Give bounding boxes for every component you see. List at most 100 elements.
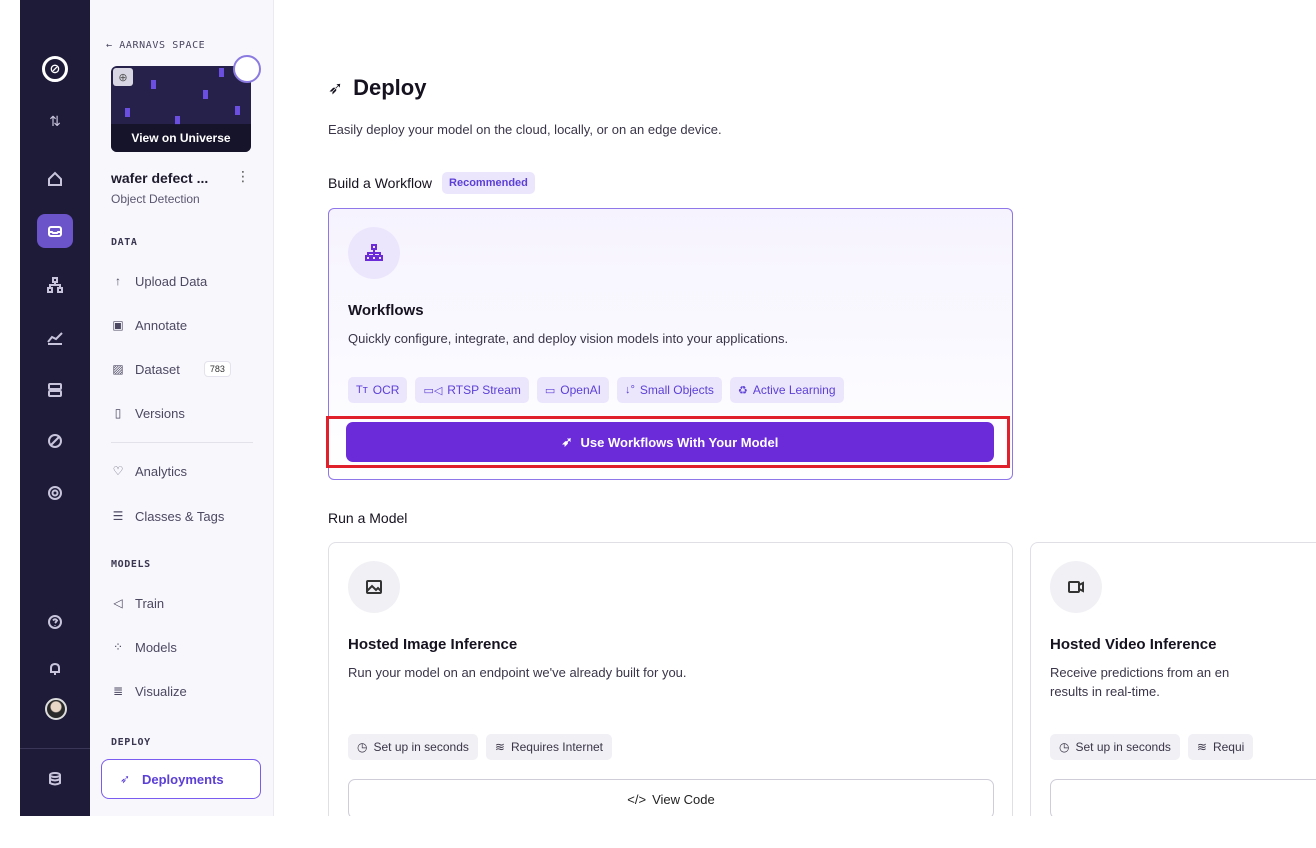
clock-icon: ◷ [357, 740, 368, 754]
hosted-video-title: Hosted Video Inference [1050, 636, 1217, 653]
sort-icon: ↓° [625, 384, 635, 396]
sidebar-item-label: Train [135, 595, 165, 611]
sidebar-item-upload-data[interactable]: ↑ Upload Data [111, 271, 207, 291]
models-section-heading: MODELS [111, 559, 151, 570]
project-type: Object Detection [111, 192, 200, 206]
chip-label: OpenAI [560, 383, 601, 397]
sidebar-item-label: Dataset [135, 361, 180, 377]
sidebar-divider [111, 442, 253, 443]
view-code-button-video[interactable] [1050, 779, 1316, 816]
chip-label: Small Objects [639, 383, 714, 397]
sidebar-item-models[interactable]: ⁘ Models [111, 637, 177, 657]
hosted-video-card: Hosted Video Inference Receive predictio… [1030, 542, 1316, 816]
page-title-text: Deploy [353, 75, 427, 100]
workflow-icon[interactable] [37, 268, 73, 302]
rail-divider [20, 748, 90, 749]
sidebar-item-classes-tags[interactable]: ☰ Classes & Tags [111, 506, 225, 526]
chip-rtsp-stream[interactable]: ▭◁ RTSP Stream [415, 377, 529, 403]
bell-icon[interactable] [37, 652, 73, 686]
page-subtitle: Easily deploy your model on the cloud, l… [328, 122, 722, 137]
hosted-video-chips: ◷ Set up in seconds ≋ Requi [1050, 734, 1254, 760]
dataset-count-badge: 783 [203, 361, 231, 377]
bottom-area [0, 816, 1316, 848]
chip-ocr[interactable]: Tт OCR [348, 377, 408, 403]
hosted-image-description: Run your model on an endpoint we've alre… [348, 665, 687, 680]
sidebar-item-label: Deployments [142, 771, 224, 787]
section-title-text: Build a Workflow [328, 175, 433, 191]
home-icon[interactable] [37, 162, 73, 196]
chip-label: Requi [1212, 740, 1245, 754]
versions-icon: ▯ [114, 406, 122, 420]
chip-requires-internet: ≋ Requi [1187, 734, 1254, 760]
workflow-feature-chips: Tт OCR ▭◁ RTSP Stream ▭ OpenAI ↓° Small Obje… [348, 377, 844, 403]
use-workflows-button[interactable]: ➶ Use Workflows With Your Model [346, 422, 994, 462]
sidebar-item-train[interactable]: ◁ Train [111, 593, 164, 613]
main-content: ➶ Deploy Easily deploy your model on the… [274, 0, 1316, 816]
chart-icon[interactable] [37, 320, 73, 354]
sidebar-item-label: Classes & Tags [135, 508, 225, 524]
compass-icon[interactable] [37, 424, 73, 458]
hosted-image-title: Hosted Image Inference [348, 636, 518, 653]
workflows-description: Quickly configure, integrate, and deploy… [348, 331, 789, 346]
video-icon: ▭◁ [423, 384, 443, 397]
sidebar-item-analytics[interactable]: ♡ Analytics [111, 461, 187, 481]
project-menu-icon[interactable]: ⋮ [236, 168, 250, 185]
project-thumbnail[interactable]: ⊕ View on Universe [111, 66, 251, 152]
build-workflow-heading: Build a Workflow Recommended [328, 172, 535, 194]
hosted-image-chips: ◷ Set up in seconds ≋ Requires Internet [348, 734, 613, 760]
description-line: results in real-time. [1050, 684, 1160, 699]
hosted-video-description: Receive predictions from an en results i… [1050, 663, 1229, 701]
globe-icon: ⊕ [113, 68, 133, 86]
train-icon: ◁ [113, 596, 123, 610]
view-code-button[interactable]: </> View Code [348, 779, 994, 816]
settings-icon[interactable] [37, 476, 73, 510]
sidebar-item-dataset[interactable]: ▨ Dataset 783 [111, 359, 231, 379]
sidebar-item-label: Models [135, 639, 177, 655]
project-sidebar: ← AARNAVS SPACE ⊕ View on Universe wafer… [90, 0, 274, 816]
sidebar-item-versions[interactable]: ▯ Versions [111, 403, 185, 423]
chip-label: OCR [372, 383, 400, 397]
description-line: Receive predictions from an en [1050, 665, 1230, 680]
sidebar-item-annotate[interactable]: ▣ Annotate [111, 315, 187, 335]
page-title: ➶ Deploy [328, 75, 426, 101]
swap-icon[interactable]: ⇅ [37, 104, 73, 138]
sidebar-item-label: Annotate [135, 317, 188, 333]
deploy-section-heading: DEPLOY [111, 737, 151, 748]
view-on-universe-button[interactable]: View on Universe [111, 124, 251, 152]
code-icon: </> [627, 791, 647, 807]
chip-setup-seconds: ◷ Set up in seconds [348, 734, 478, 760]
storage-icon[interactable] [37, 373, 73, 407]
roboflow-logo[interactable]: ⊘ [42, 56, 68, 82]
chip-requires-internet: ≋ Requires Internet [485, 734, 613, 760]
back-to-workspace-link[interactable]: ← AARNAVS SPACE [106, 40, 205, 51]
data-section-heading: DATA [111, 237, 138, 248]
list-icon: ☰ [112, 509, 124, 523]
sidebar-item-label: Visualize [135, 683, 187, 699]
project-name[interactable]: wafer defect ... [111, 170, 208, 186]
database-icon[interactable] [37, 762, 73, 796]
chip-openai[interactable]: ▭ OpenAI [536, 377, 609, 403]
inbox-icon[interactable] [37, 214, 73, 248]
help-icon[interactable] [37, 605, 73, 639]
chip-small-objects[interactable]: ↓° Small Objects [617, 377, 722, 403]
button-label: Use Workflows With Your Model [580, 434, 779, 450]
hosted-image-card: Hosted Image Inference Run your model on… [328, 542, 1013, 816]
wifi-icon: ≋ [1196, 740, 1207, 754]
run-model-heading: Run a Model [328, 510, 407, 526]
image-icon: ▨ [112, 362, 124, 376]
models-icon: ⁘ [112, 640, 124, 654]
recycle-icon: ♻ [737, 384, 748, 397]
sidebar-item-deployments[interactable]: ➶ Deployments [101, 759, 261, 799]
sidebar-item-visualize[interactable]: ≣ Visualize [111, 681, 187, 701]
sidebar-item-label: Upload Data [135, 273, 208, 289]
avatar[interactable] [45, 698, 67, 720]
rocket-icon: ➶ [561, 434, 573, 449]
chip-active-learning[interactable]: ♻ Active Learning [729, 377, 844, 403]
clock-icon: ◷ [1059, 740, 1070, 754]
sidebar-item-label: Analytics [135, 463, 188, 479]
wifi-icon: ≋ [494, 740, 505, 754]
upload-icon: ↑ [115, 274, 121, 288]
sidebar-item-label: Versions [135, 405, 185, 421]
rocket-icon: ➶ [328, 77, 344, 98]
icon-rail: ⊘ ⇅ [20, 0, 90, 816]
